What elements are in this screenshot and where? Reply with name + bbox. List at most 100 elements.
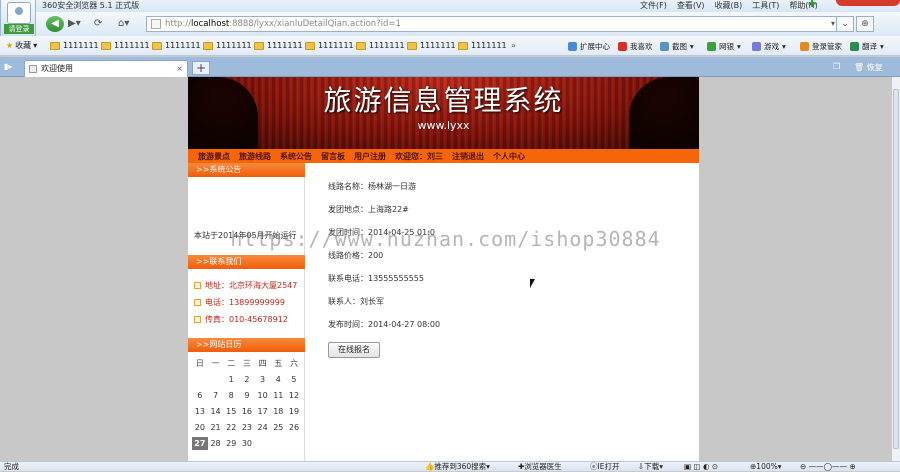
calendar-day[interactable]: 2 [239,375,255,384]
tab-welcome[interactable]: 欢迎使用 × [24,60,188,77]
contact-fax: 传真：010-45678912 [194,314,288,325]
bookmark-item[interactable]: 1111111 [203,41,254,50]
bookmark-item[interactable]: 1111111 [407,41,458,50]
toolbar-like[interactable]: 我喜欢 [618,36,653,56]
calendar-day[interactable]: 3 [255,375,271,384]
menu-profile[interactable]: 个人中心 [493,151,525,162]
calendar-today[interactable]: 27 [192,436,208,450]
upgrade-icon[interactable]: ✚ [808,0,822,10]
calendar-day[interactable]: 16 [239,407,255,416]
window-controls[interactable] [836,0,900,6]
bookmarks-more[interactable]: » [511,41,516,50]
route-contact: 联系人：刘长军 [328,297,384,306]
address-host: localhost [191,19,230,29]
toolbar-bank[interactable]: 网银 ▾ [707,36,741,56]
calendar-day[interactable]: 25 [270,423,286,432]
calendar-day[interactable]: 23 [239,423,255,432]
address-bar[interactable]: http://localhost:8888/lyxx/xianluDetailQ… [146,16,840,32]
toolbar-screenshot[interactable]: 截图 ▾ [660,36,694,56]
calendar-day[interactable]: 17 [255,407,271,416]
bank-icon [707,41,716,51]
toolbar-extensions[interactable]: 扩展中心 [568,36,610,56]
folder-icon [254,41,264,50]
signup-button[interactable]: 在线报名 [328,342,380,358]
trash-icon: 🗑 [854,63,865,72]
home-icon[interactable]: ⌂▾ [118,17,129,31]
menu-favorites[interactable]: 收藏(B) [715,0,743,12]
vertical-scrollbar[interactable] [891,77,900,461]
calendar-day[interactable]: 22 [223,423,239,432]
favorites-button[interactable]: ★ 收藏 ▾ [6,40,50,51]
close-icon[interactable]: × [176,61,183,77]
calendar-day[interactable]: 20 [192,423,208,432]
bookmark-item[interactable]: 1111111 [50,41,101,50]
menu-register[interactable]: 用户注册 [354,151,386,162]
dropdown-icon[interactable]: ⌄ [836,16,854,32]
calendar-day[interactable]: 6 [192,391,208,400]
menu-routes[interactable]: 旅游线路 [239,151,271,162]
toolbar-games[interactable]: 游戏 ▾ [752,36,786,56]
menu-tools[interactable]: 工具(T) [752,0,779,12]
calendar-day[interactable]: 24 [255,423,271,432]
menu-file[interactable]: 文件(F) [640,0,667,12]
toolbar-translate[interactable]: 翻译 ▾ [850,36,884,56]
window-switch-icon[interactable]: ❐ [833,62,840,71]
folder-icon [203,41,213,50]
calendar-day[interactable]: 18 [270,407,286,416]
chevron-down-icon[interactable]: ▾ [831,19,835,28]
toolbar-login-manager[interactable]: 登录管家 [800,36,842,56]
sidebar: >>系统公告 本站于2014年05月开始运行 >>联系我们 地址：北京环海大厦2… [188,163,305,461]
menu-guestbook[interactable]: 留言板 [321,151,345,162]
calendar-day[interactable]: 14 [208,407,224,416]
site-url: www.lyxx [417,119,470,132]
calendar-day[interactable]: 8 [223,391,239,400]
forward-icon[interactable]: ▶▾ [68,17,81,31]
bookmark-item[interactable]: 1111111 [152,41,203,50]
contact-address: 地址：北京环海大厦2547 [194,280,297,291]
back-icon[interactable]: ◀ [46,16,64,32]
address-path: :8888/lyxx/xianluDetailQian.action?id=1 [229,19,401,29]
calendar-day[interactable]: 26 [286,423,302,432]
calendar-day[interactable]: 10 [255,391,271,400]
shield-icon[interactable]: ⊕ [856,16,874,32]
page-icon [29,65,37,73]
calendar-weekday: 一 [211,358,220,368]
bookmark-item[interactable]: 1111111 [356,41,407,50]
calendar-day[interactable]: 12 [286,391,302,400]
key-icon [800,41,809,51]
bookmark-item[interactable]: 1111111 [254,41,305,50]
menu-announcements[interactable]: 系统公告 [280,151,312,162]
login-avatar[interactable]: 请登录 [0,0,36,38]
route-start: 发团地点：上海路22# [328,205,409,214]
contact-title: >>联系我们 [188,255,305,269]
calendar-day[interactable]: 29 [223,439,239,448]
thumbs-up-icon: 👍 [425,462,435,471]
new-tab-button[interactable]: + [192,61,210,75]
welcome-user: 欢迎您：刘三 [395,151,443,161]
bookmark-item[interactable]: 1111111 [458,41,509,50]
calendar-day[interactable]: 9 [239,391,255,400]
bookmark-item[interactable]: 1111111 [101,41,152,50]
calendar-day[interactable]: 28 [208,439,224,448]
calendar-day[interactable]: 15 [223,407,239,416]
sidebar-toggle-icon[interactable]: ▮▸ [4,62,18,72]
menu-attractions[interactable]: 旅游景点 [198,151,230,162]
bookmark-item[interactable]: 1111111 [305,41,356,50]
calendar-day[interactable]: 19 [286,407,302,416]
ie-icon: ⓔ [590,462,598,471]
tab-bar: ▮▸ 欢迎使用 × + ❐ 🗑 恢复 [0,57,900,77]
calendar-day[interactable]: 21 [208,423,224,432]
refresh-icon[interactable]: ⟳ [94,17,102,31]
calendar-day[interactable]: 1 [223,375,239,384]
calendar-day[interactable]: 11 [270,391,286,400]
menu-logout[interactable]: 注销退出 [452,151,484,162]
calendar-day[interactable]: 30 [239,439,255,448]
menu-view[interactable]: 查看(V) [677,0,705,12]
restore-button[interactable]: 🗑 恢复 [854,62,883,73]
scrollbar-thumb[interactable] [893,89,899,449]
calendar-day[interactable]: 5 [286,375,302,384]
calendar-day[interactable]: 13 [192,407,208,416]
calendar-day[interactable]: 4 [270,375,286,384]
calendar-day[interactable]: 7 [208,391,224,400]
route-name: 线路名称：杨林湖一日游 [328,182,416,191]
